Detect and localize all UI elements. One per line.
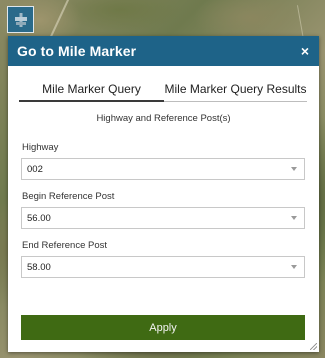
tab-mile-marker-query-results[interactable]: Mile Marker Query Results	[164, 77, 307, 101]
chevron-down-icon	[291, 167, 297, 171]
chevron-down-icon	[291, 265, 297, 269]
highway-value: 002	[27, 163, 43, 175]
apply-button[interactable]: Apply	[21, 315, 305, 340]
highway-label: Highway	[22, 142, 59, 153]
tab-bar: Mile Marker Query Mile Marker Query Resu…	[19, 77, 307, 102]
tab-mile-marker-query[interactable]: Mile Marker Query	[19, 77, 164, 102]
section-subtitle: Highway and Reference Post(s)	[96, 113, 231, 124]
close-button[interactable]: ×	[301, 44, 309, 58]
begin-reference-post-value: 56.00	[27, 212, 51, 224]
end-reference-post-label: End Reference Post	[22, 240, 108, 251]
highway-select[interactable]: 002	[21, 158, 305, 180]
go-to-mile-marker-panel: Go to Mile Marker × Mile Marker Query Mi…	[8, 36, 319, 352]
resize-handle[interactable]	[310, 343, 317, 350]
map-view[interactable]: Go to Mile Marker × Mile Marker Query Mi…	[0, 0, 325, 358]
panel-header: Go to Mile Marker ×	[8, 36, 319, 66]
panel-title: Go to Mile Marker	[17, 43, 137, 59]
begin-reference-post-label: Begin Reference Post	[22, 191, 115, 202]
end-reference-post-select[interactable]: 58.00	[21, 256, 305, 278]
begin-reference-post-select[interactable]: 56.00	[21, 207, 305, 229]
mile-marker-tool-button[interactable]	[7, 6, 34, 33]
chevron-down-icon	[291, 216, 297, 220]
end-reference-post-value: 58.00	[27, 261, 51, 273]
road-marker-icon	[13, 12, 29, 28]
